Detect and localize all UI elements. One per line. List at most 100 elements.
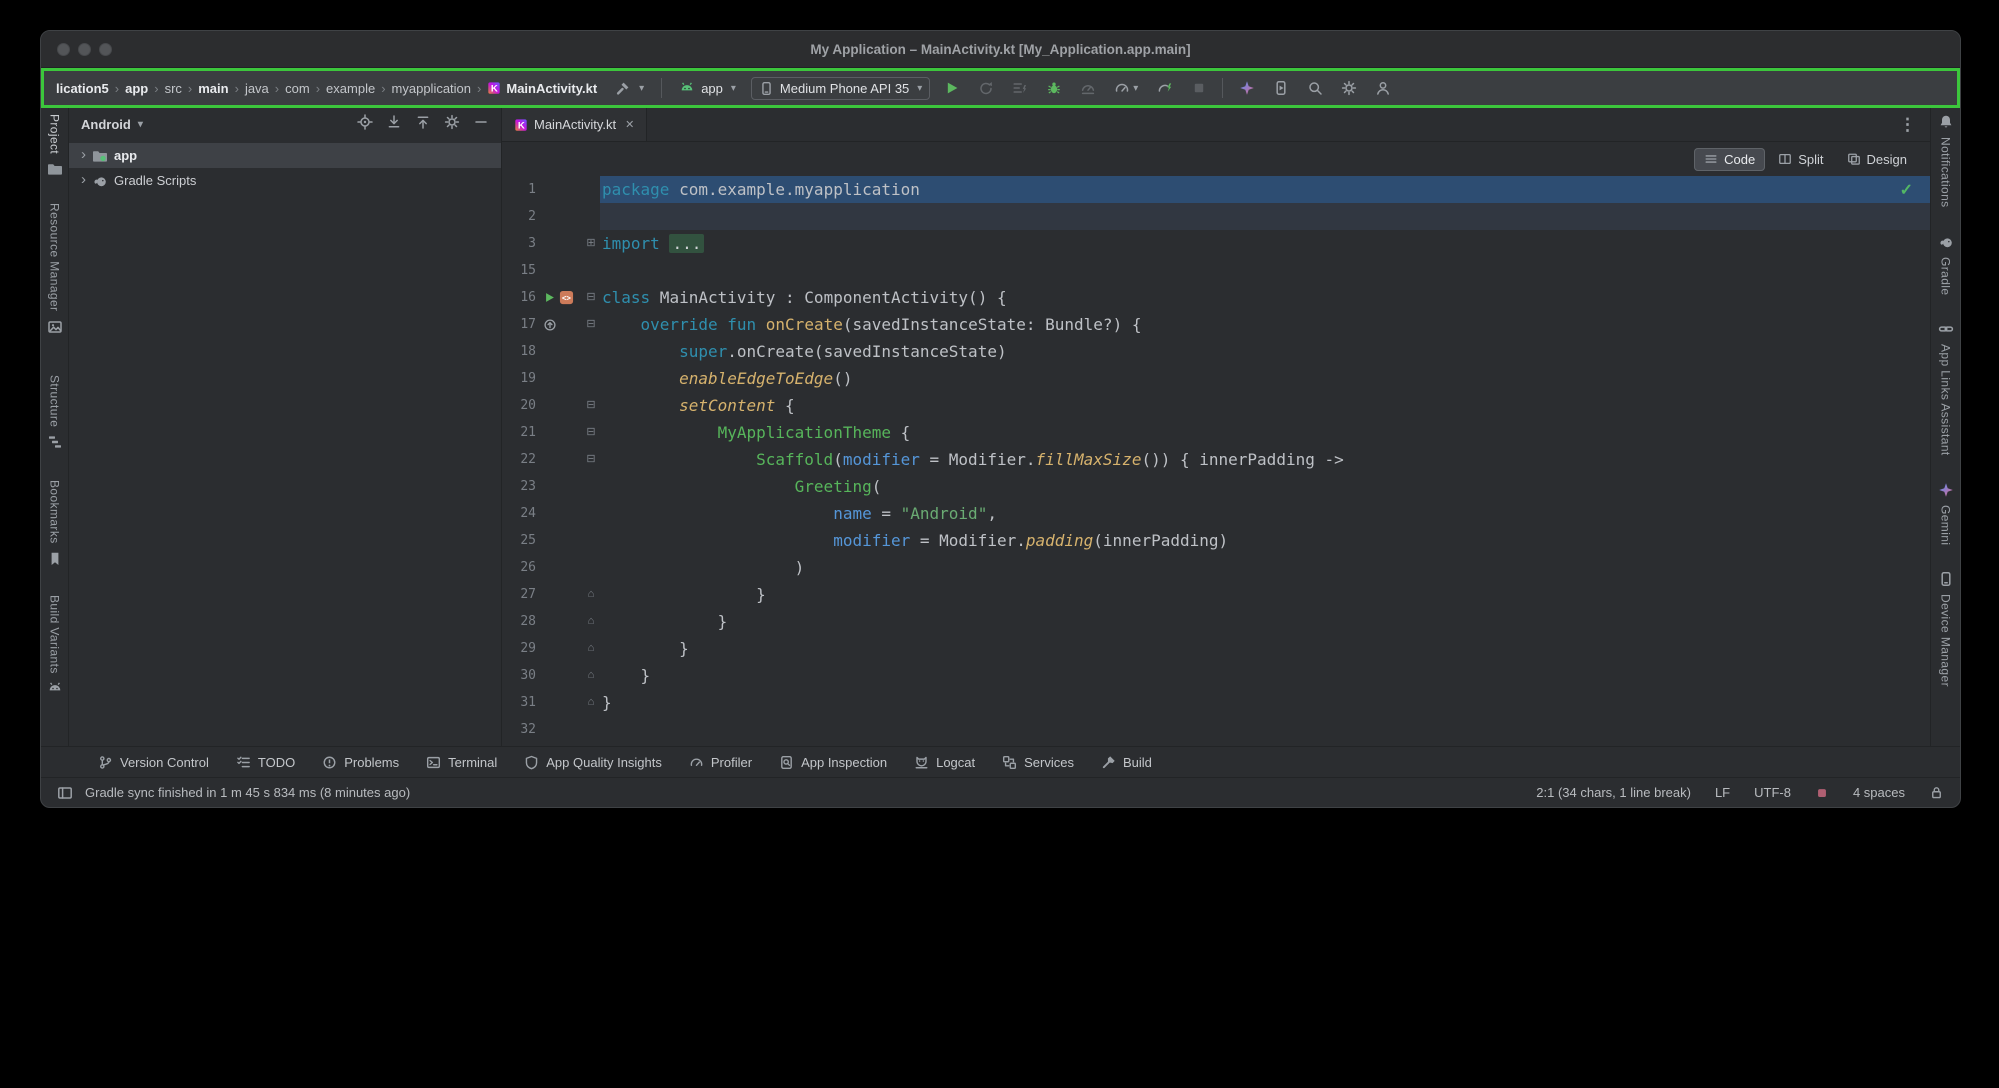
code-text[interactable] — [600, 716, 1930, 743]
tab-mainactivity[interactable]: K MainActivity.kt ✕ — [502, 108, 647, 141]
code-text[interactable]: } — [600, 662, 1930, 689]
code-line-3[interactable]: 3⊞import ... — [502, 230, 1930, 257]
tool-strip-item-device-manager[interactable]: Device Manager — [1938, 571, 1954, 687]
breadcrumb-item-main[interactable]: main — [195, 79, 231, 98]
code-line-19[interactable]: 19 enableEdgeToEdge() — [502, 365, 1930, 392]
line-number[interactable]: 19 — [502, 365, 536, 392]
code-line-29[interactable]: 29⌂ } — [502, 635, 1930, 662]
override-gutter-icon[interactable] — [543, 318, 557, 332]
highlighting-widget-icon[interactable] — [1815, 786, 1829, 800]
inspection-status-icon[interactable]: ✓ — [1900, 180, 1913, 200]
code-line-21[interactable]: 21⊟ MyApplicationTheme { — [502, 419, 1930, 446]
code-line-30[interactable]: 30 ⌂ } — [502, 662, 1930, 689]
indent-widget[interactable]: 4 spaces — [1853, 785, 1905, 800]
breadcrumb-item-myapplication[interactable]: myapplication — [389, 79, 475, 98]
tool-window-problems-button[interactable]: Problems — [322, 755, 399, 770]
tool-window-build-button[interactable]: Build — [1101, 755, 1152, 770]
tool-strip-item-app-links-assistant[interactable]: App Links Assistant — [1938, 321, 1954, 456]
compose-gutter-icon[interactable]: <> — [559, 290, 574, 305]
code-text[interactable]: enableEdgeToEdge() — [600, 365, 1930, 392]
mode-design-button[interactable]: Design — [1837, 148, 1917, 171]
tool-strip-item-bookmarks[interactable]: Bookmarks — [47, 480, 63, 567]
code-text[interactable]: setContent { — [600, 392, 1930, 419]
code-text[interactable]: import ... — [600, 230, 1930, 257]
tool-strip-item-build-variants[interactable]: Build Variants — [47, 595, 63, 697]
zoom-window-button[interactable] — [99, 43, 112, 56]
fold-marker-icon[interactable]: ⌂ — [582, 581, 600, 608]
line-number[interactable]: 29 — [502, 635, 536, 662]
line-number[interactable]: 30 — [502, 662, 536, 689]
tool-strip-item-project[interactable]: Project — [47, 114, 63, 177]
tool-strip-item-notifications[interactable]: Notifications — [1938, 114, 1954, 208]
code-text[interactable]: Scaffold(modifier = Modifier.fillMaxSize… — [600, 446, 1930, 473]
tool-window-app-inspection-button[interactable]: App Inspection — [779, 755, 887, 770]
locate-button[interactable] — [357, 114, 373, 135]
encoding-widget[interactable]: UTF-8 — [1754, 785, 1791, 800]
line-number[interactable]: 3 — [502, 230, 536, 257]
line-number[interactable]: 25 — [502, 527, 536, 554]
code-line-20[interactable]: 20⊟ setContent { — [502, 392, 1930, 419]
up-to-line-button[interactable] — [415, 114, 431, 135]
tool-window-layout-icon[interactable] — [57, 785, 73, 801]
code-line-31[interactable]: 31⌂} — [502, 689, 1930, 716]
editor-options-icon[interactable]: ⋮ — [1899, 115, 1930, 135]
line-number[interactable]: 28 — [502, 608, 536, 635]
code-text[interactable]: } — [600, 689, 1930, 716]
tool-window-terminal-button[interactable]: Terminal — [426, 755, 497, 770]
tool-strip-item-structure[interactable]: Structure — [47, 375, 63, 450]
code-text[interactable]: class MainActivity : ComponentActivity()… — [600, 284, 1930, 311]
line-number[interactable]: 21 — [502, 419, 536, 446]
code-line-15[interactable]: 15 — [502, 257, 1930, 284]
profile-button[interactable] — [1074, 75, 1101, 101]
minus-button[interactable] — [473, 114, 489, 135]
code-line-32[interactable]: 32 — [502, 716, 1930, 743]
tool-window-todo-button[interactable]: TODO — [236, 755, 295, 770]
fold-marker-icon[interactable]: ⌂ — [582, 662, 600, 689]
tool-window-app-quality-insights-button[interactable]: App Quality Insights — [524, 755, 662, 770]
line-number[interactable]: 26 — [502, 554, 536, 581]
account-button[interactable] — [1369, 75, 1396, 101]
settings-button[interactable] — [1335, 75, 1362, 101]
code-line-25[interactable]: 25 modifier = Modifier.padding(innerPadd… — [502, 527, 1930, 554]
running-devices-button[interactable] — [1267, 75, 1294, 101]
line-number[interactable]: 32 — [502, 716, 536, 743]
tool-strip-item-gemini[interactable]: Gemini — [1938, 482, 1954, 545]
fold-marker-icon[interactable]: ⌂ — [582, 635, 600, 662]
tool-menu-button[interactable]: ▾ — [608, 77, 651, 99]
code-line-18[interactable]: 18 super.onCreate(savedInstanceState) — [502, 338, 1930, 365]
code-line-24[interactable]: 24 name = "Android", — [502, 500, 1930, 527]
breadcrumb-item-lication5[interactable]: lication5 — [53, 79, 112, 98]
line-number[interactable]: 17 — [502, 311, 536, 338]
code-area[interactable]: 1 package com.example.myapplication23⊞imp… — [502, 176, 1930, 746]
gear-button[interactable] — [444, 114, 460, 135]
tree-item-app[interactable]: ›app — [69, 143, 501, 168]
code-line-2[interactable]: 2 — [502, 203, 1930, 230]
line-number[interactable]: 18 — [502, 338, 536, 365]
apply-changes-button[interactable] — [972, 75, 999, 101]
tool-strip-item-resource-manager[interactable]: Resource Manager — [47, 203, 63, 334]
fold-marker-icon[interactable]: ⌂ — [582, 608, 600, 635]
code-text[interactable]: package com.example.myapplication — [600, 176, 1930, 203]
line-number[interactable]: 1 — [502, 176, 536, 203]
profiler-button[interactable]: ▾ — [1108, 75, 1144, 101]
fold-marker-icon[interactable]: ⊟ — [582, 392, 600, 419]
line-number[interactable]: 24 — [502, 500, 536, 527]
code-line-27[interactable]: 27⌂ } — [502, 581, 1930, 608]
breadcrumb-item-com[interactable]: com — [282, 79, 313, 98]
debug-button[interactable] — [1040, 75, 1067, 101]
tool-window-services-button[interactable]: Services — [1002, 755, 1074, 770]
caret-position-widget[interactable]: 2:1 (34 chars, 1 line break) — [1536, 785, 1691, 800]
run-configuration-selector[interactable]: app▾ — [672, 77, 743, 99]
line-number[interactable]: 31 — [502, 689, 536, 716]
code-text[interactable]: MyApplicationTheme { — [600, 419, 1930, 446]
code-line-28[interactable]: 28⌂ } — [502, 608, 1930, 635]
mode-split-button[interactable]: Split — [1768, 148, 1833, 171]
line-number[interactable]: 16 — [502, 284, 536, 311]
tree-item-gradle-scripts[interactable]: ›Gradle Scripts — [69, 168, 501, 193]
line-separator-widget[interactable]: LF — [1715, 785, 1730, 800]
mode-code-button[interactable]: Code — [1694, 148, 1765, 171]
code-line-22[interactable]: 22⊟ Scaffold(modifier = Modifier.fillMax… — [502, 446, 1930, 473]
tool-window-profiler-button[interactable]: Profiler — [689, 755, 752, 770]
fold-marker-icon[interactable]: ⊟ — [582, 446, 600, 473]
code-text[interactable]: Greeting( — [600, 473, 1930, 500]
